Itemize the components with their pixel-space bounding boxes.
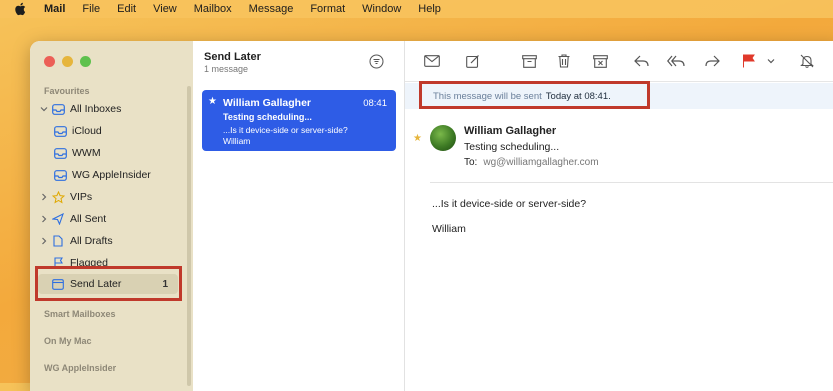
tray-icon: [52, 125, 68, 137]
compose-icon[interactable]: [464, 52, 482, 70]
reply-all-icon[interactable]: [667, 52, 685, 70]
junk-icon[interactable]: [591, 52, 609, 70]
message-sender: William Gallagher: [464, 125, 557, 137]
message-count: 1 message: [204, 64, 249, 74]
sidebar-item-label: WG AppleInsider: [72, 169, 151, 181]
toolbar: [405, 41, 833, 82]
menu-window[interactable]: Window: [362, 3, 401, 15]
sidebar-item-label: iCloud: [72, 125, 102, 137]
message-subject: Testing scheduling...: [464, 141, 560, 153]
message-sender: William Gallagher: [223, 97, 312, 109]
menu-edit[interactable]: Edit: [117, 3, 136, 15]
star-icon: ★: [413, 133, 422, 144]
sidebar-item-label: VIPs: [70, 191, 93, 203]
paper-plane-icon: [50, 213, 66, 225]
to-label: To:: [464, 157, 478, 168]
sidebar-item-all-inboxes[interactable]: All Inboxes: [38, 99, 178, 119]
sidebar: Favourites All Inboxes iCloud WWM WG App…: [30, 41, 194, 391]
sidebar-item-label: WWM: [72, 147, 101, 159]
menu-bar: Mail File Edit View Mailbox Message Form…: [0, 0, 833, 18]
favourites-header: Favourites: [44, 86, 90, 96]
envelope-icon[interactable]: [423, 52, 441, 70]
window-controls: [44, 56, 91, 67]
apple-menu-icon[interactable]: [14, 0, 30, 18]
mailbox-title: Send Later: [204, 51, 261, 63]
chevron-down-icon[interactable]: [762, 52, 780, 70]
sidebar-item-wwm[interactable]: WWM: [52, 143, 192, 163]
star-icon: ★: [208, 96, 217, 107]
menu-mailbox[interactable]: Mailbox: [194, 3, 232, 15]
message-list: Send Later 1 message ★ William Gallagher…: [193, 41, 405, 391]
recipient-line: To: wg@williamgallagher.com: [464, 157, 599, 168]
message-list-item[interactable]: ★ William Gallagher 08:41 Testing schedu…: [202, 90, 396, 151]
reply-icon[interactable]: [632, 52, 650, 70]
tray-icon: [52, 169, 68, 181]
trash-icon[interactable]: [555, 52, 573, 70]
mute-bell-icon[interactable]: [798, 52, 816, 70]
tray-icon: [52, 147, 68, 159]
flag-icon[interactable]: [739, 52, 757, 70]
sidebar-item-all-drafts[interactable]: All Drafts: [38, 231, 178, 251]
message-subject: Testing scheduling...: [223, 112, 312, 122]
tray-icon: [50, 103, 66, 115]
close-window-button[interactable]: [44, 56, 55, 67]
menu-view[interactable]: View: [153, 3, 177, 15]
header-divider: [430, 182, 833, 183]
sidebar-item-label: All Sent: [70, 213, 107, 225]
archive-icon[interactable]: [520, 52, 538, 70]
chevron-right-icon[interactable]: [38, 193, 50, 201]
menu-file[interactable]: File: [82, 3, 100, 15]
menu-format[interactable]: Format: [310, 3, 345, 15]
mail-window: Favourites All Inboxes iCloud WWM WG App…: [30, 41, 833, 391]
sidebar-item-label: All Drafts: [70, 235, 113, 247]
on-my-mac-header[interactable]: On My Mac: [44, 336, 92, 346]
wg-appleinsider-header[interactable]: WG AppleInsider: [44, 363, 116, 373]
sidebar-item-vips[interactable]: VIPs: [38, 187, 178, 207]
smart-mailboxes-header[interactable]: Smart Mailboxes: [44, 309, 116, 319]
send-later-highlight-box: [35, 266, 182, 301]
menu-mail[interactable]: Mail: [44, 3, 65, 15]
message-time: 08:41: [363, 98, 387, 109]
message-body-line: ...Is it device-side or server-side?: [432, 198, 587, 210]
star-icon: [50, 190, 66, 204]
chevron-down-icon[interactable]: [38, 105, 50, 113]
menu-help[interactable]: Help: [418, 3, 441, 15]
sidebar-scrollbar[interactable]: [187, 86, 191, 386]
sidebar-item-all-sent[interactable]: All Sent: [38, 209, 178, 229]
menu-message[interactable]: Message: [249, 3, 294, 15]
minimize-window-button[interactable]: [62, 56, 73, 67]
forward-icon[interactable]: [703, 52, 721, 70]
banner-highlight-box: [419, 81, 650, 109]
chevron-right-icon[interactable]: [38, 215, 50, 223]
chevron-right-icon[interactable]: [38, 237, 50, 245]
document-icon: [50, 235, 66, 247]
sidebar-item-wg-appleinsider[interactable]: WG AppleInsider: [52, 165, 192, 185]
sidebar-item-icloud[interactable]: iCloud: [52, 121, 192, 141]
sidebar-item-label: All Inboxes: [70, 103, 122, 115]
zoom-window-button[interactable]: [80, 56, 91, 67]
message-body-signature: William: [432, 223, 466, 235]
filter-icon[interactable]: [369, 54, 384, 74]
message-preview: ...Is it device-side or server-side? Wil…: [223, 125, 348, 146]
avatar: [430, 125, 456, 151]
recipient-address[interactable]: wg@williamgallagher.com: [483, 157, 598, 168]
